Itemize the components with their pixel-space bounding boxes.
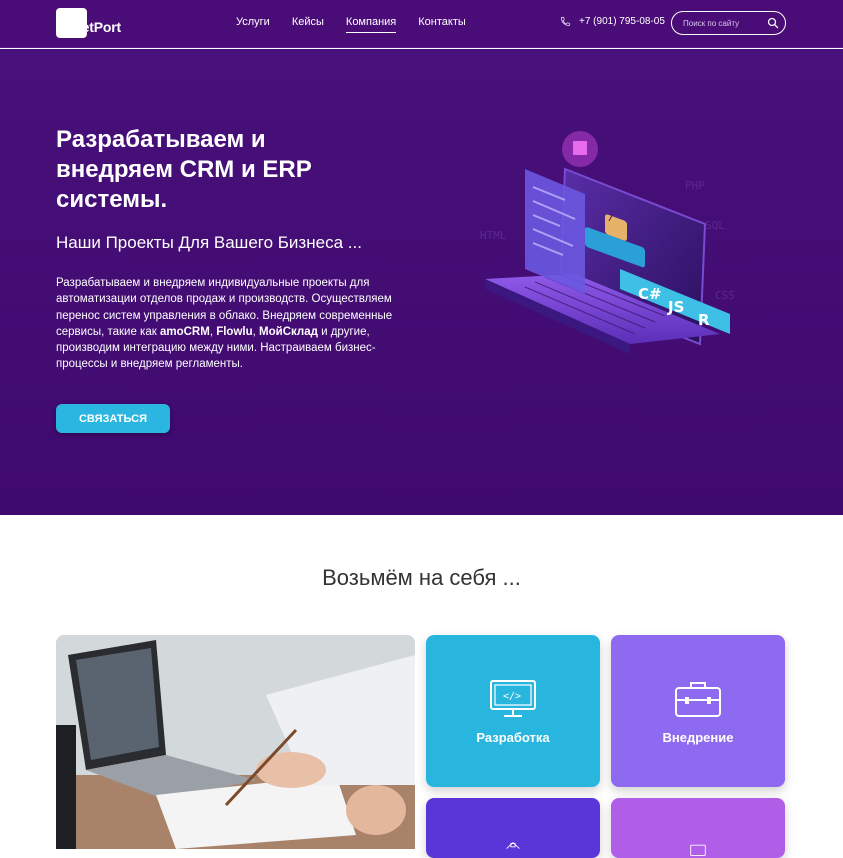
brand-amocrm: amoCRM (159, 325, 210, 338)
hero-description: Разрабатываем и внедряем индивидуальные … (56, 277, 393, 371)
hero-title: Разрабатываем и внедряем CRM и ERP систе… (56, 126, 312, 213)
lang-js: JS (667, 298, 684, 316)
svg-text:HTML: HTML (480, 229, 507, 242)
lang-r: R (698, 311, 710, 329)
services-title: Возьмём на себя ... (322, 565, 521, 590)
main-nav: Услуги Кейсы Компания Контакты (236, 16, 466, 33)
phone-number: +7 (901) 795-08-05 (579, 16, 665, 27)
search-icon[interactable] (767, 17, 779, 29)
phone-link[interactable]: +7 (901) 795-08-05 (560, 16, 665, 27)
brand-moysklad: МойСклад (259, 325, 318, 338)
brand-flowlu: Flowlu (216, 325, 253, 338)
svg-text:/: / (608, 211, 614, 225)
site-header: GetPort Услуги Кейсы Компания Контакты +… (0, 0, 843, 48)
contact-button[interactable]: СВЯЗАТЬСЯ (56, 404, 170, 433)
laptop-code-illustration: PHP SQL CSS HTML / C# JS R (480, 131, 735, 354)
logo-text: GetPort (71, 19, 121, 35)
service-tile-implementation[interactable]: Внедрение (611, 635, 785, 787)
search-input[interactable] (672, 18, 762, 28)
service-label-development: Разработка (476, 729, 550, 745)
lang-csharp: C# (638, 285, 662, 303)
home-icon (506, 841, 520, 849)
nav-item-services[interactable]: Услуги (236, 16, 270, 33)
hero-subtitle: Наши Проекты Для Вашего Бизнеса ... (56, 233, 362, 252)
svg-text:</>: </> (503, 691, 521, 702)
nav-item-cases[interactable]: Кейсы (292, 16, 324, 33)
hero-section: Разрабатываем и внедряем CRM и ERP систе… (0, 49, 843, 515)
service-tile-development[interactable]: </> Разработка (426, 635, 600, 787)
service-tile-4[interactable] (611, 798, 785, 858)
search-box (671, 11, 786, 35)
svg-text:PHP: PHP (685, 179, 705, 192)
logo[interactable]: GetPort (56, 8, 126, 38)
service-label-implementation: Внедрение (662, 729, 734, 745)
svg-text:CSS: CSS (715, 289, 735, 302)
monitor-icon (690, 844, 706, 856)
laptop-work-photo (56, 635, 415, 849)
briefcase-icon (675, 681, 721, 717)
nav-item-contacts[interactable]: Контакты (418, 16, 466, 33)
phone-icon (560, 16, 571, 27)
nav-item-company[interactable]: Компания (345, 16, 397, 33)
svg-text:SQL: SQL (705, 219, 725, 232)
service-tile-3[interactable] (426, 798, 600, 858)
monitor-code-icon: </> (490, 679, 536, 717)
